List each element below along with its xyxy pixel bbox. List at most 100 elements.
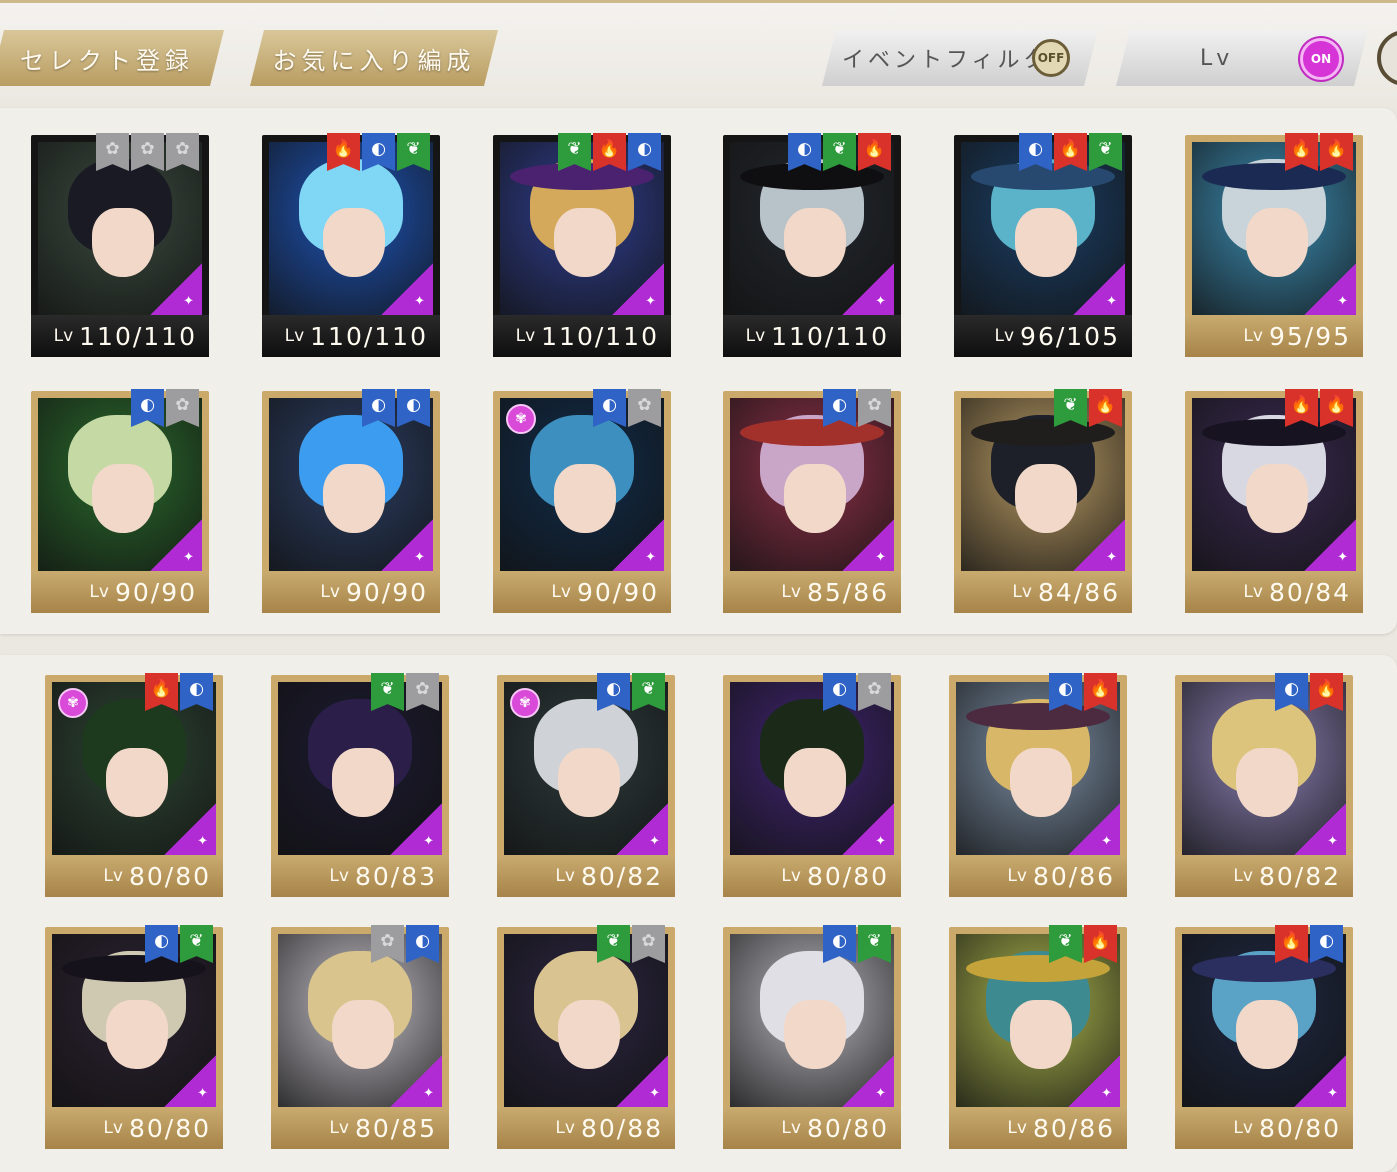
event-filter-button[interactable]: イベントフィルタ OFF [822, 30, 1098, 86]
level-prefix: Lv [1233, 866, 1253, 886]
character-card[interactable]: ❦✿ Lv80/83 [271, 673, 449, 897]
level-prefix: Lv [1007, 866, 1027, 886]
water-attribute-icon: ◐ [406, 925, 439, 963]
rarity-corner-icon [1068, 803, 1120, 855]
character-card[interactable]: ✾ ◐✿ Lv90/90 [493, 389, 671, 613]
sort-order-toggle[interactable]: ON [1300, 38, 1342, 80]
wood-attribute-icon: ❦ [1054, 389, 1087, 427]
select-register-button[interactable]: セレクト登録 [0, 30, 224, 86]
character-card[interactable]: ✾ ◐❦ Lv80/82 [497, 673, 675, 897]
character-card[interactable]: ◐❦ Lv80/80 [45, 925, 223, 1149]
menu-round-button[interactable] [1377, 30, 1397, 86]
level-prefix: Lv [89, 582, 109, 602]
portrait-face [323, 207, 386, 277]
favorite-formation-button[interactable]: お気に入り編成 [250, 30, 498, 86]
character-card[interactable]: 🔥◐ Lv80/80 [1175, 925, 1353, 1149]
fire-attribute-icon: 🔥 [1084, 673, 1117, 711]
level-bar: Lv 80/82 [497, 855, 675, 897]
rarity-corner-icon [842, 1055, 894, 1107]
rarity-corner-icon [1294, 1055, 1346, 1107]
character-card[interactable]: ◐🔥 Lv80/86 [949, 673, 1127, 897]
flora-attribute-icon: ✿ [406, 673, 439, 711]
level-prefix: Lv [329, 866, 349, 886]
attribute-badges: ◐ 🔥 [1049, 673, 1117, 711]
flora-attribute-icon: ✿ [632, 925, 665, 963]
sort-button[interactable]: Lv ON [1116, 30, 1368, 86]
character-card[interactable]: ◐✿ Lv90/90 [31, 389, 209, 613]
level-bar: Lv 90/90 [262, 571, 440, 613]
rarity-corner-icon [150, 263, 202, 315]
rarity-corner-icon [1304, 519, 1356, 571]
fire-attribute-icon: 🔥 [1275, 925, 1308, 963]
character-card[interactable]: ✿✿✿Lv110/110 [31, 133, 209, 357]
rarity-corner-icon [1073, 519, 1125, 571]
level-prefix: Lv [555, 866, 575, 886]
level-value: 95/95 [1268, 321, 1351, 351]
level-value: 80/85 [354, 1113, 437, 1143]
portrait-face [558, 999, 621, 1069]
attribute-badges: 🔥 🔥 [1285, 389, 1353, 427]
character-card[interactable]: ❦🔥◐ Lv110/110 [493, 133, 671, 357]
character-card[interactable]: ❦🔥 Lv84/86 [954, 389, 1132, 613]
attribute-badges: ◐ ❦ [823, 925, 891, 963]
level-prefix: Lv [1233, 1118, 1253, 1138]
character-card[interactable]: ◐✿ Lv80/80 [723, 673, 901, 897]
character-card[interactable]: 🔥🔥 Lv80/84 [1185, 389, 1363, 613]
character-card[interactable]: 🔥🔥 Lv95/95 [1185, 133, 1363, 357]
attribute-badges: 🔥 ◐ [1275, 925, 1343, 963]
flora-attribute-icon: ✿ [858, 673, 891, 711]
fire-attribute-icon: 🔥 [1285, 389, 1318, 427]
character-card[interactable]: ◐❦ Lv80/80 [723, 925, 901, 1149]
sort-label: Lv [1200, 45, 1234, 71]
level-bar: Lv 80/80 [723, 855, 901, 897]
portrait-face [554, 463, 617, 533]
character-card[interactable]: ◐🔥❦ Lv96/105 [954, 133, 1132, 357]
level-bar: Lv 110/110 [31, 315, 209, 357]
top-toolbar: セレクト登録 お気に入り編成 イベントフィルタ OFF Lv ON [0, 0, 1397, 100]
rarity-corner-icon [381, 519, 433, 571]
level-prefix: Lv [1012, 582, 1032, 602]
water-attribute-icon: ◐ [1310, 925, 1343, 963]
attribute-badges: ❦ ✿ [597, 925, 665, 963]
level-bar: Lv 110/110 [262, 315, 440, 357]
fire-attribute-icon: 🔥 [145, 673, 178, 711]
level-bar: Lv 110/110 [723, 315, 901, 357]
rarity-corner-icon [612, 263, 664, 315]
water-attribute-icon: ◐ [397, 389, 430, 427]
level-bar: Lv 80/88 [497, 1107, 675, 1149]
character-card[interactable]: ❦🔥 Lv80/86 [949, 925, 1127, 1149]
attribute-badges: ◐ ✿ [131, 389, 199, 427]
level-value: 80/82 [580, 861, 663, 891]
portrait-face [92, 207, 155, 277]
character-card[interactable]: ✿◐ Lv80/85 [271, 925, 449, 1149]
water-attribute-icon: ◐ [597, 673, 630, 711]
level-value: 80/83 [354, 861, 437, 891]
water-attribute-icon: ◐ [628, 133, 661, 171]
character-card[interactable]: 🔥◐❦ Lv110/110 [262, 133, 440, 357]
level-bar: Lv 80/80 [45, 1107, 223, 1149]
level-value: 80/80 [128, 1113, 211, 1143]
level-bar: Lv 80/80 [723, 1107, 901, 1149]
attribute-badges: ◐ ◐ [362, 389, 430, 427]
attribute-badges: ◐ ✿ [823, 389, 891, 427]
character-card[interactable]: ◐✿ Lv85/86 [723, 389, 901, 613]
character-card[interactable]: ◐◐ Lv90/90 [262, 389, 440, 613]
character-card[interactable]: ✾ 🔥◐ Lv80/80 [45, 673, 223, 897]
wood-attribute-icon: ❦ [823, 133, 856, 171]
level-prefix: Lv [1007, 1118, 1027, 1138]
rarity-corner-icon [390, 803, 442, 855]
event-filter-toggle[interactable]: OFF [1032, 39, 1070, 77]
wood-attribute-icon: ❦ [1089, 133, 1122, 171]
level-value: 80/80 [806, 1113, 889, 1143]
rarity-corner-icon [1073, 263, 1125, 315]
attribute-badges: ❦ 🔥 [1054, 389, 1122, 427]
character-card[interactable]: ◐❦🔥 Lv110/110 [723, 133, 901, 357]
attribute-badges: ❦ 🔥 [1049, 925, 1117, 963]
character-card[interactable]: ◐🔥 Lv80/82 [1175, 673, 1353, 897]
character-card[interactable]: ❦✿ Lv80/88 [497, 925, 675, 1149]
level-bar: Lv 84/86 [954, 571, 1132, 613]
level-value: 80/86 [1032, 1113, 1115, 1143]
flora-attribute-icon: ✿ [166, 389, 199, 427]
water-attribute-icon: ◐ [145, 925, 178, 963]
water-attribute-icon: ◐ [823, 389, 856, 427]
